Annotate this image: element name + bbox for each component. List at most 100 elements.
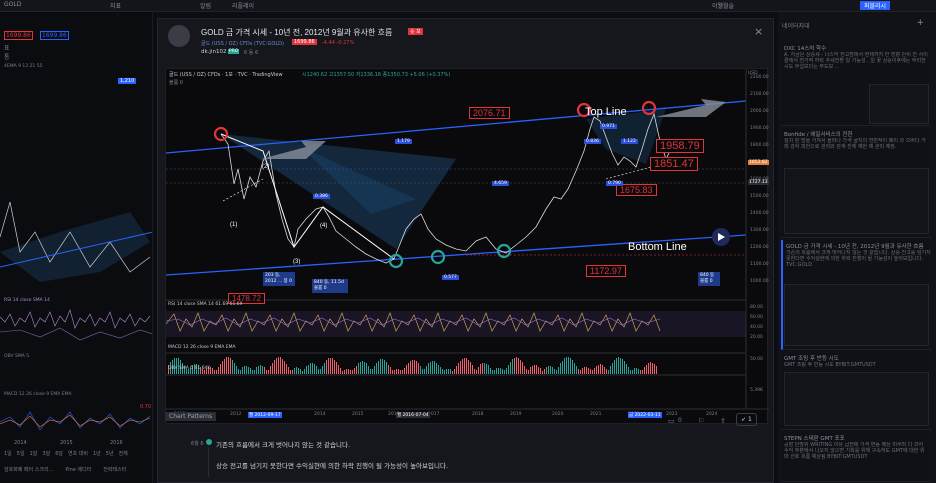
comment-icon[interactable]: ▭ [668,417,675,425]
macd-bar [548,366,549,374]
idea-card-1[interactable]: DXC 14스처 학수 A. 지금은 상승세 - 나스닥 전고점에서 현재까지 … [781,42,931,126]
macd-bar [326,360,327,374]
author-avatar[interactable] [168,25,190,47]
macd-bar [276,358,277,374]
macd-bar [602,364,603,374]
fib-tag: 0.386 [313,194,330,199]
macd-bar [392,369,393,374]
macd-bar [384,360,385,374]
macd-bar [292,369,293,374]
left-year-1: 2014 [14,440,27,446]
symbol-search[interactable]: GOLD [4,1,21,8]
macd-bar [550,366,551,374]
macd-bar [490,367,491,374]
macd-bar [432,360,433,374]
macd-bar [468,359,469,374]
macd-bar [540,368,541,374]
macd-bar [366,363,367,374]
macd-bar [654,363,655,374]
macd-bar [332,358,333,374]
tab-pine-editor[interactable]: Pine 에디터 [65,466,91,473]
price-tag-1172: 1172.97 [586,265,626,277]
chart-patterns-tag[interactable]: Chart Patterns [165,412,217,421]
macd-bar [590,369,591,374]
publish-button[interactable]: 퍼블리시 [860,1,891,10]
idea-text: 기존의 흐름에서 크게 벗어나지 않는 것 같습니다. 상승 전고를 넘기지 못… [786,250,931,268]
range-1d[interactable]: 1일 [4,450,12,457]
idea-card-3[interactable]: GOLD 금 가격 시세 - 10년 전, 2012년 9월과 유사한 흐름 기… [781,240,931,350]
macd-bar [554,369,555,374]
idea-card-2[interactable]: Bonfide / 헤일서비스의 전환 절치 된 방을 거쳐서 올려나 가격 골… [781,128,931,238]
year-axis-label: 2021 [590,412,602,417]
range-1m[interactable]: 1달 [30,450,38,457]
macd-level: 50.00 [750,357,763,362]
symbol-link[interactable]: 골드 (USS / OZ) CFDs (TVC:GOLD) [201,40,284,47]
range-6m[interactable]: 6달 [55,450,63,457]
macd-bar [318,369,319,374]
fib-tag: 1.122 [621,139,638,144]
range-all[interactable]: 전체 [119,450,128,457]
left-obv-legend: OBV SMA 5 [4,354,30,359]
macd-bar [564,358,565,374]
macd-bar [560,363,561,374]
sell-price[interactable]: 1699.86 [4,31,33,40]
left-rsi-legend: RSI 14 close SMA 14 [4,298,50,303]
add-icon[interactable]: + [916,18,924,28]
year-axis-label: 2024 [706,412,718,417]
comment-time: 6월 6 [191,441,204,447]
bookmark-icon[interactable]: ⚐ [698,417,704,425]
indicators-menu[interactable]: 지표 [110,1,121,10]
replay-menu[interactable]: 리플레이 [232,1,254,10]
macd-bar [458,363,459,374]
range-1y[interactable]: 1년 [93,450,101,457]
layout-name[interactable]: 이웰월슬 [712,1,734,10]
macd-bar [282,358,283,374]
macd-bar [218,366,219,374]
macd-bar [454,368,455,374]
macd-bar [600,364,601,374]
price-axis[interactable]: 2200.002100.002000.001900.001800.001700.… [748,75,769,305]
rsi-level-20: 20.00 [750,335,763,340]
macd-bar [418,362,419,374]
buy-price[interactable]: 1699.86 [40,31,69,40]
fib-tag: 0.790 [606,181,623,186]
macd-bar [566,357,567,374]
share-icon[interactable]: ⇪ [720,417,726,425]
macd-bar [220,363,221,374]
range-3m[interactable]: 3달 [42,450,50,457]
year-axis-label: 2019 [510,412,522,417]
rsi-level-60: 60.00 [750,315,763,320]
alerts-menu[interactable]: 알림 [200,1,211,10]
macd-bar [296,367,297,374]
tab-screener[interactable]: 암호화폐 페어 스크리... [4,466,53,473]
background-chart-panel[interactable]: 1699.86 1699.86 표 통 4EMA 9 13 21 55 1,21… [0,12,153,483]
price-axis-label: 1500.00 [750,194,769,199]
price-tag-1958: 1958.79 [656,139,704,153]
macd-bar [424,369,425,374]
range-5d[interactable]: 5일 [17,450,25,457]
macd-bar [216,369,217,374]
macd-bar [538,366,539,374]
ideas-sidebar: 네이터지대 + DXC 14스처 학수 A. 지금은 상승세 - 나스닥 전고점… [778,12,936,483]
range-5y[interactable]: 5년 [106,450,114,457]
macd-bar [528,369,529,374]
left-year-3: 2016 [110,440,123,446]
macd-bar [466,358,467,374]
macd-bar [622,359,623,374]
macd-bar [382,359,383,374]
range-ytd[interactable]: 연초 대비 [68,450,88,457]
macd-bar [254,369,255,374]
idea-card-5[interactable]: STEPN 스테판 GMT 포포 공장 단방위 WRITING 이유 급전에 가… [781,432,931,482]
close-icon[interactable]: × [754,25,763,38]
author-name[interactable]: dk.jin102 [201,49,226,55]
bottom-line-label: Bottom Line [628,241,687,253]
macd-bar [328,358,329,374]
boost-button[interactable]: ➶ 1 [736,413,757,426]
macd-bar [420,365,421,374]
obv-level: 5.39K [750,388,763,393]
tab-strategy-tester[interactable]: 전략테스터 [103,466,126,473]
macd-bar [558,366,559,374]
idea-card-4[interactable]: GMT 조링 후 반등 시도 GMT 조링 후 반등 시도 BYBIT:GMTU… [781,352,931,430]
macd-bar [646,365,647,374]
idea-chart[interactable]: 골드 (USS / OZ) CFDs · 1보 · TVC · TradingV… [165,68,769,424]
